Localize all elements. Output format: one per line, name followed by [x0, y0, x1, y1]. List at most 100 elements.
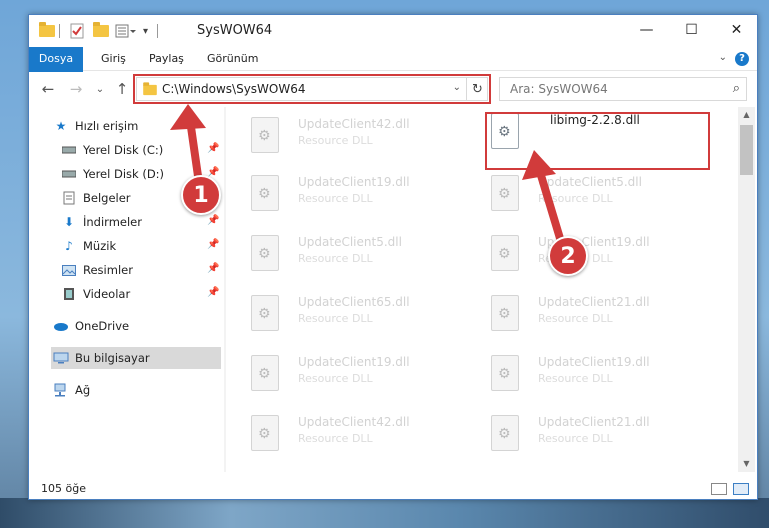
tab-giris[interactable]: Giriş	[101, 47, 126, 71]
customize-icon[interactable]	[115, 22, 137, 40]
drive-icon	[61, 167, 77, 181]
file-type: Resource DLL	[538, 432, 613, 445]
search-placeholder: Ara: SysWOW64	[510, 82, 608, 96]
sidebar-item-label: Belgeler	[83, 191, 131, 205]
pin-icon[interactable]: 📌	[207, 143, 219, 154]
pin-icon[interactable]: 📌	[207, 263, 219, 274]
sidebar-item-onedrive[interactable]: OneDrive	[53, 315, 129, 337]
sidebar-item-videos[interactable]: Videolar	[61, 283, 130, 305]
sidebar-item-quick-access[interactable]: ★ Hızlı erişim	[53, 115, 139, 137]
network-icon	[53, 383, 69, 397]
file-item[interactable]: ⚙ UpdateClient19.dll Resource DLL	[466, 345, 696, 397]
title-bar: ▾ SysWOW64 — ☐ ✕	[29, 15, 757, 47]
file-item[interactable]: ⚙ UpdateClient5.dll Resource DLL	[226, 225, 456, 277]
sidebar-item-label: OneDrive	[75, 319, 130, 333]
dll-file-icon: ⚙	[251, 295, 279, 331]
sidebar-item-downloads[interactable]: ⬇ İndirmeler	[61, 211, 142, 233]
new-folder-icon[interactable]	[93, 22, 109, 40]
step-badge-2: 2	[548, 236, 588, 276]
scroll-down-icon[interactable]: ▼	[738, 456, 755, 472]
file-name: UpdateClient19.dll	[298, 175, 410, 189]
sidebar-item-this-pc[interactable]: Bu bilgisayar	[53, 347, 150, 369]
file-name: UpdateClient42.dll	[298, 415, 410, 429]
sidebar-item-disk-c[interactable]: Yerel Disk (C:)	[61, 139, 163, 161]
dll-file-icon: ⚙	[251, 175, 279, 211]
music-icon: ♪	[65, 239, 73, 253]
file-item[interactable]: ⚙ UpdateClient65.dll Resource DLL	[226, 285, 456, 337]
videos-icon	[61, 287, 77, 301]
sidebar-item-label: Ağ	[75, 383, 91, 397]
tab-gorunum[interactable]: Görünüm	[207, 47, 258, 71]
back-arrow-icon[interactable]: ←	[37, 78, 59, 100]
file-item[interactable]: ⚙ UpdateClient19.dll Resource DLL	[226, 345, 456, 397]
documents-icon	[61, 191, 77, 205]
star-icon: ★	[55, 119, 67, 133]
sidebar-item-music[interactable]: ♪ Müzik	[61, 235, 116, 257]
step-badge-1: 1	[181, 175, 221, 215]
pin-icon[interactable]: 📌	[207, 239, 219, 250]
file-type: Resource DLL	[538, 192, 613, 205]
file-item[interactable]: ⚙ UpdateClient21.dll Resource DLL	[466, 405, 696, 457]
up-arrow-icon[interactable]: ↑	[111, 78, 133, 100]
details-view-icon[interactable]	[711, 483, 727, 495]
expand-ribbon-icon[interactable]: ⌄	[719, 52, 727, 63]
dll-file-icon: ⚙	[251, 355, 279, 391]
sidebar-item-label: Yerel Disk (D:)	[83, 167, 165, 181]
scroll-up-icon[interactable]: ▲	[738, 107, 755, 123]
download-icon: ⬇	[63, 215, 75, 229]
file-type: Resource DLL	[538, 372, 613, 385]
scroll-thumb[interactable]	[740, 125, 753, 175]
folder-icon	[39, 22, 55, 40]
file-type: Resource DLL	[298, 312, 373, 325]
search-icon[interactable]: ⌕	[733, 81, 740, 96]
properties-icon[interactable]	[69, 22, 85, 40]
file-name: UpdateClient19.dll	[538, 355, 650, 369]
file-name: UpdateClient5.dll	[538, 175, 642, 189]
sidebar-item-label: Yerel Disk (C:)	[83, 143, 164, 157]
maximize-button[interactable]: ☐	[669, 15, 714, 45]
file-type: Resource DLL	[298, 432, 373, 445]
desktop-background	[0, 498, 769, 528]
quick-access-dropdown-icon[interactable]: ▾	[143, 22, 148, 40]
pin-icon[interactable]: 📌	[207, 215, 219, 226]
tab-paylas[interactable]: Paylaş	[149, 47, 184, 71]
sidebar-item-documents[interactable]: Belgeler	[61, 187, 131, 209]
address-highlight-box	[133, 74, 491, 104]
file-item[interactable]: ⚙ UpdateClient42.dll Resource DLL	[226, 107, 456, 159]
tiles-view-icon[interactable]	[733, 483, 749, 495]
sidebar-item-label: Müzik	[83, 239, 117, 253]
sidebar-item-label: Resimler	[83, 263, 133, 277]
sidebar-item-label: Hızlı erişim	[75, 119, 139, 133]
minimize-button[interactable]: —	[624, 15, 669, 45]
vertical-scrollbar[interactable]: ▲ ▼	[738, 107, 755, 472]
sidebar-item-label: İndirmeler	[83, 215, 142, 229]
dll-file-icon: ⚙	[491, 355, 519, 391]
status-bar: 105 öğe	[29, 477, 757, 499]
pictures-icon	[61, 263, 77, 277]
help-icon[interactable]: ?	[735, 52, 749, 66]
pin-icon[interactable]: 📌	[207, 287, 219, 298]
dll-file-icon: ⚙	[251, 415, 279, 451]
file-type: Resource DLL	[298, 372, 373, 385]
cloud-icon	[53, 319, 69, 333]
sidebar-item-label: Videolar	[83, 287, 131, 301]
close-button[interactable]: ✕	[714, 15, 759, 45]
search-input[interactable]: Ara: SysWOW64 ⌕	[499, 77, 747, 101]
file-name: UpdateClient42.dll	[298, 117, 410, 131]
sidebar-item-disk-d[interactable]: Yerel Disk (D:)	[61, 163, 164, 185]
file-item[interactable]: ⚙ UpdateClient19.dll Resource DLL	[226, 165, 456, 217]
item-count: 105 öğe	[41, 482, 86, 495]
recent-locations-icon[interactable]: ⌄	[89, 78, 111, 100]
file-name: UpdateClient5.dll	[298, 235, 402, 249]
file-item[interactable]: ⚙ UpdateClient5.dll Resource DLL	[466, 165, 696, 217]
file-item[interactable]: ⚙ UpdateClient42.dll Resource DLL	[226, 405, 456, 457]
drive-icon	[61, 143, 77, 157]
sidebar-item-pictures[interactable]: Resimler	[61, 259, 133, 281]
file-item[interactable]: ⚙ UpdateClient21.dll Resource DLL	[466, 285, 696, 337]
sidebar-item-network[interactable]: Ağ	[53, 379, 90, 401]
file-type: Resource DLL	[298, 134, 373, 147]
computer-icon	[53, 351, 69, 365]
forward-arrow-icon[interactable]: →	[65, 78, 87, 100]
window-title: SysWOW64	[197, 23, 273, 38]
file-type: Resource DLL	[298, 192, 373, 205]
